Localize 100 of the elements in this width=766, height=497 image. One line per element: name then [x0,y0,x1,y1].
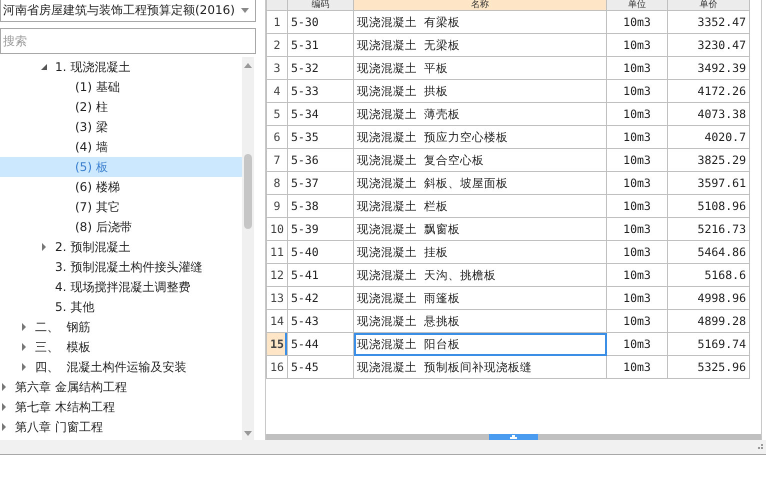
scrollbar-thumb[interactable] [489,434,538,440]
table-cell: 5-30 [288,10,354,34]
table-cell: 5-45 [288,356,354,378]
table-cell: 10m3 [606,310,668,332]
tree-item[interactable]: 第六章 金属结构工程 [0,377,242,397]
row-number: 9 [266,194,288,218]
tree-item[interactable]: (8) 后浇带 [0,217,242,237]
table-cell: 10m3 [606,10,668,34]
row-number: 15 [266,332,288,356]
table-cell: 4998.96 [668,286,750,310]
tree-item[interactable]: 5. 其他 [0,297,242,317]
row-number: 4 [266,80,288,102]
tree-item[interactable]: (3) 梁 [0,117,242,137]
scrollbar-thumb[interactable] [244,154,252,229]
table-cell: 4172.26 [668,80,750,102]
library-select[interactable]: 河南省房屋建筑与装饰工程预算定额(2016) [0,0,256,22]
tree-item[interactable]: 三、 模板 [0,337,242,357]
table-cell: 5-38 [288,194,354,218]
table-cell: 现浇混凝土 有梁板 [354,10,606,34]
table-cell: 现浇混凝土 挂板 [354,240,606,264]
table-cell: 3597.61 [668,172,750,194]
tree-item[interactable]: (6) 楼梯 [0,177,242,197]
table-cell: 5108.96 [668,194,750,218]
table-cell: 4073.38 [668,102,750,126]
table-cell: 5-36 [288,148,354,172]
table-cell: 现浇混凝土 阳台板 [354,332,606,356]
table-cell: 5-35 [288,126,354,148]
resize-grip-icon[interactable] [758,444,764,450]
table-cell: 现浇混凝土 雨篷板 [354,286,606,310]
table-cell: 现浇混凝土 无梁板 [354,34,606,56]
collapse-arrow-icon[interactable] [40,63,48,71]
table-cell: 现浇混凝土 复合空心板 [354,148,606,172]
table-cell: 5-40 [288,240,354,264]
expand-arrow-icon[interactable] [20,343,28,351]
table-cell: 5-39 [288,218,354,240]
tree-item[interactable]: 二、 钢筋 [0,317,242,337]
table-cell: 5-32 [288,56,354,80]
dropdown-caret-icon [241,8,249,13]
table-cell: 3492.39 [668,56,750,80]
row-number: 1 [266,10,288,34]
scroll-up-icon[interactable] [244,63,252,68]
table-cell: 5-31 [288,34,354,56]
search-field[interactable]: 搜索 [0,28,256,54]
grip-icon [510,435,517,439]
row-number: 8 [266,172,288,194]
tree-item[interactable]: 四、 混凝土构件运输及安装 [0,357,242,377]
tree-item[interactable]: 3. 预制混凝土构件接头灌缝 [0,257,242,277]
table-cell: 5-33 [288,80,354,102]
table-cell: 10m3 [606,80,668,102]
tree-item[interactable]: 2. 预制混凝土 [0,237,242,257]
scroll-down-icon[interactable] [244,431,252,436]
table-cell: 4899.28 [668,310,750,332]
table-cell: 3352.47 [668,10,750,34]
tree-item[interactable]: 1. 现浇混凝土 [0,57,242,77]
table-cell: 5-43 [288,310,354,332]
table-cell: 5464.86 [668,240,750,264]
row-number: 13 [266,286,288,310]
table-cell: 10m3 [606,240,668,264]
column-header[interactable]: 名称 [354,0,606,10]
table-cell: 10m3 [606,172,668,194]
table-cell: 现浇混凝土 悬挑板 [354,310,606,332]
expand-arrow-icon[interactable] [0,423,8,431]
table-cell: 10m3 [606,332,668,356]
table-cell: 现浇混凝土 薄壳板 [354,102,606,126]
table-cell: 10m3 [606,148,668,172]
table-cell: 5216.73 [668,218,750,240]
table-cell: 现浇混凝土 斜板、坡屋面板 [354,172,606,194]
table-cell: 5-44 [288,332,354,356]
tree-item[interactable]: 第八章 门窗工程 [0,417,242,437]
expand-arrow-icon[interactable] [0,403,8,411]
table-cell: 10m3 [606,264,668,286]
tree-item[interactable]: (1) 基础 [0,77,242,97]
table-cell: 5325.96 [668,356,750,378]
table-cell: 5-37 [288,172,354,194]
scrollbar[interactable] [242,57,254,440]
table-cell: 10m3 [606,126,668,148]
tree-item[interactable]: (2) 柱 [0,97,242,117]
table-cell: 4020.7 [668,126,750,148]
row-number: 16 [266,356,288,378]
table-cell: 10m3 [606,34,668,56]
expand-arrow-icon[interactable] [20,323,28,331]
row-number: 5 [266,102,288,126]
row-number: 7 [266,148,288,172]
table-cell: 现浇混凝土 栏板 [354,194,606,218]
table-cell: 10m3 [606,356,668,378]
table-cell: 现浇混凝土 预应力空心楼板 [354,126,606,148]
expand-arrow-icon[interactable] [40,243,48,251]
row-number: 12 [266,264,288,286]
tree-item[interactable]: 第七章 木结构工程 [0,397,242,417]
row-number: 2 [266,34,288,56]
table-cell: 3825.29 [668,148,750,172]
expand-arrow-icon[interactable] [0,383,8,391]
tree-item[interactable]: (7) 其它 [0,197,242,217]
row-number: 6 [266,126,288,148]
table-cell: 10m3 [606,56,668,80]
row-number: 3 [266,56,288,80]
tree-item[interactable]: (4) 墙 [0,137,242,157]
table-cell: 10m3 [606,102,668,126]
expand-arrow-icon[interactable] [20,363,28,371]
tree-item[interactable]: 4. 现场搅拌混凝土调整费 [0,277,242,297]
